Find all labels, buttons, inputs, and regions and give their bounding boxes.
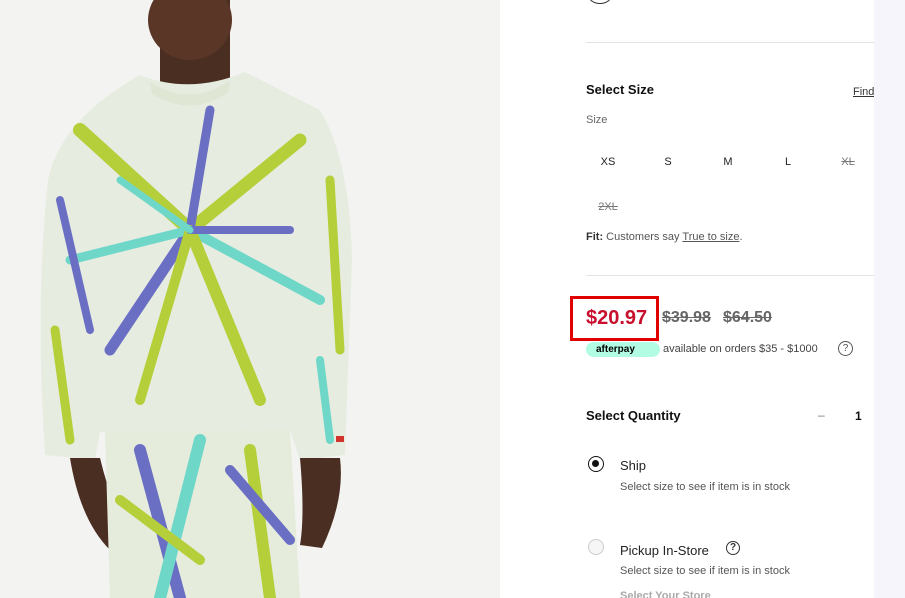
help-icon[interactable]: ? <box>838 341 853 356</box>
select-size-title: Select Size <box>586 82 654 97</box>
size-guide-link[interactable]: Find <box>853 86 874 98</box>
size-option-xl[interactable]: XL <box>826 149 870 175</box>
fit-info: Fit: Customers say True to size. <box>586 231 743 243</box>
fit-link[interactable]: True to size <box>682 231 739 243</box>
size-option-s[interactable]: S <box>646 149 690 175</box>
divider <box>586 275 874 276</box>
afterpay-logo: afterpay <box>586 342 660 357</box>
select-store-link[interactable]: Select Your Store <box>620 590 711 598</box>
divider <box>586 42 874 43</box>
pickup-label[interactable]: Pickup In-Store <box>620 543 709 558</box>
afterpay-text: available on orders $35 - $1000 <box>663 343 818 355</box>
size-option-xs[interactable]: XS <box>586 149 630 175</box>
size-label: Size <box>586 114 608 126</box>
product-image[interactable] <box>0 0 500 598</box>
ship-stock-note: Select size to see if item is in stock <box>620 481 790 493</box>
original-price-1: $39.98 <box>662 309 711 326</box>
info-icon[interactable]: ? <box>726 541 740 555</box>
pickup-stock-note: Select size to see if item is in stock <box>620 565 790 577</box>
page-background-strip <box>874 0 905 598</box>
product-photo-illustration <box>40 0 353 598</box>
sale-price: $20.97 <box>586 307 648 329</box>
ship-radio[interactable] <box>588 456 604 472</box>
size-option-l[interactable]: L <box>766 149 810 175</box>
pickup-radio[interactable] <box>588 539 604 555</box>
color-swatch[interactable] <box>588 0 612 4</box>
quantity-decrease-button[interactable]: – <box>818 408 825 422</box>
select-quantity-title: Select Quantity <box>586 408 681 423</box>
fit-prefix: Fit: <box>586 231 604 243</box>
size-option-m[interactable]: M <box>706 149 750 175</box>
ship-label[interactable]: Ship <box>620 458 646 473</box>
size-option-2xl[interactable]: 2XL <box>586 194 630 220</box>
fit-suffix: . <box>739 231 743 243</box>
original-price-2: $64.50 <box>723 309 772 326</box>
quantity-value[interactable]: 1 <box>855 409 862 423</box>
fit-text: Customers say <box>606 231 680 243</box>
product-details-panel: Select Size Find Size XS S M L XL 2XL Fi… <box>500 0 874 598</box>
